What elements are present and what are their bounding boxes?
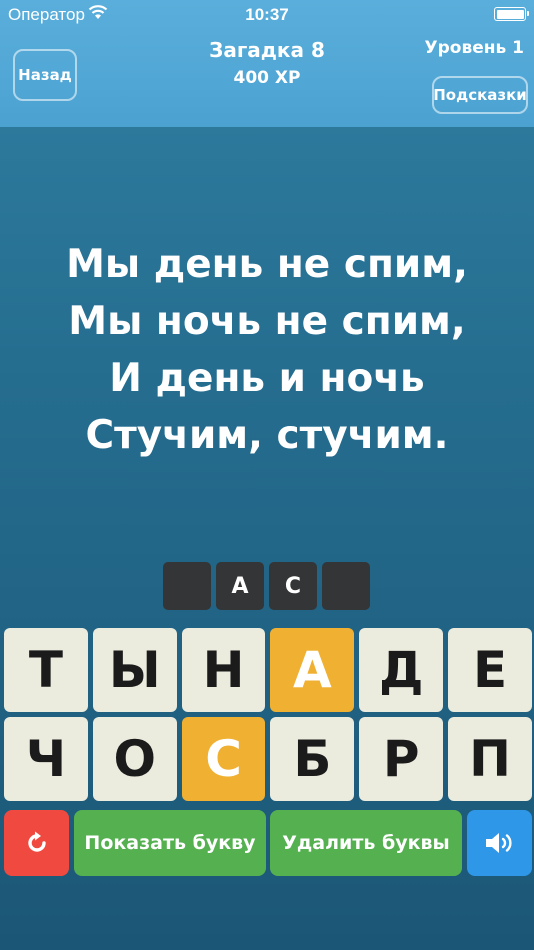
refresh-icon	[27, 831, 46, 852]
letter-tile[interactable]: Е	[448, 628, 532, 712]
letter-grid: Т Ы Н А Д Е Ч О С Б Р П	[4, 628, 532, 806]
riddle-line: И день и ночь	[109, 356, 425, 401]
letter-tile[interactable]: Б	[270, 717, 355, 801]
letter-tile[interactable]: Д	[359, 628, 444, 712]
battery-icon	[494, 7, 529, 21]
answer-slot[interactable]	[163, 562, 211, 610]
reset-button[interactable]	[4, 810, 69, 876]
speaker-icon	[485, 833, 512, 853]
letter-tile[interactable]: Н	[181, 628, 266, 712]
clock: 10:37	[245, 5, 289, 24]
answer-slots: А С	[163, 562, 370, 610]
status-bar: Оператор 10:37	[0, 0, 534, 30]
level-label: Уровень 1	[424, 38, 525, 58]
letter-tile[interactable]: Ы	[92, 628, 177, 712]
riddle-line: Стучим, стучим.	[85, 413, 449, 458]
letter-tile-used[interactable]: С	[181, 717, 266, 801]
letter-row: Ч О С Б Р П	[4, 717, 532, 801]
riddle-line: Мы день не спим,	[66, 242, 468, 287]
action-bar: Показать букву Удалить буквы	[4, 810, 532, 876]
answer-slot[interactable]	[322, 562, 370, 610]
riddle-line: Мы ночь не спим,	[68, 299, 466, 344]
letter-row: Т Ы Н А Д Е	[4, 628, 532, 712]
show-letter-button[interactable]: Показать букву	[74, 810, 266, 876]
letter-tile[interactable]: Ч	[4, 717, 88, 801]
letter-tile[interactable]: П	[448, 717, 532, 801]
letter-tile[interactable]: О	[92, 717, 177, 801]
sound-button[interactable]	[467, 810, 532, 876]
answer-slot[interactable]: С	[269, 562, 317, 610]
letter-tile[interactable]: Р	[359, 717, 444, 801]
answer-slot[interactable]: А	[216, 562, 264, 610]
hints-button[interactable]: Подсказки	[432, 76, 528, 114]
remove-letters-button[interactable]: Удалить буквы	[270, 810, 462, 876]
riddle-text: Мы день не спим, Мы ночь не спим, И день…	[0, 236, 534, 464]
letter-tile-used[interactable]: А	[270, 628, 355, 712]
letter-tile[interactable]: Т	[4, 628, 88, 712]
